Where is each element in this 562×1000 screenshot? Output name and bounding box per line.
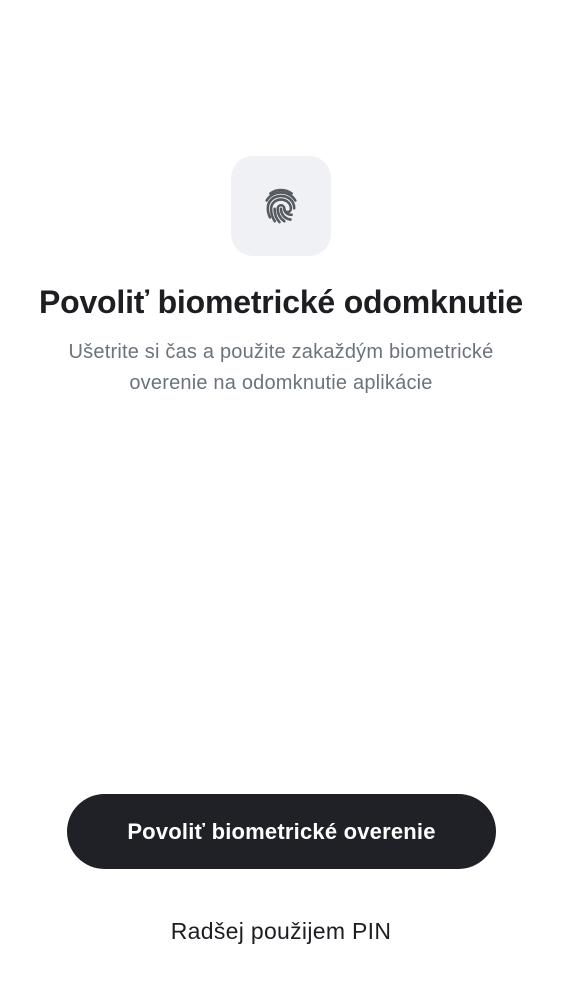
fingerprint-icon-tile (231, 156, 331, 256)
page-subtitle: Ušetrite si čas a použite zakaždým biome… (68, 341, 494, 394)
enable-biometric-button[interactable]: Povoliť biometrické overenie (67, 794, 496, 869)
page-title: Povoliť biometrické odomknutie (38, 284, 524, 320)
fingerprint-icon (265, 188, 297, 224)
use-pin-button[interactable]: Radšej použijem PIN (81, 906, 481, 956)
biometric-setup-screen: Povoliť biometrické odomknutie Ušetrite … (0, 0, 562, 1000)
